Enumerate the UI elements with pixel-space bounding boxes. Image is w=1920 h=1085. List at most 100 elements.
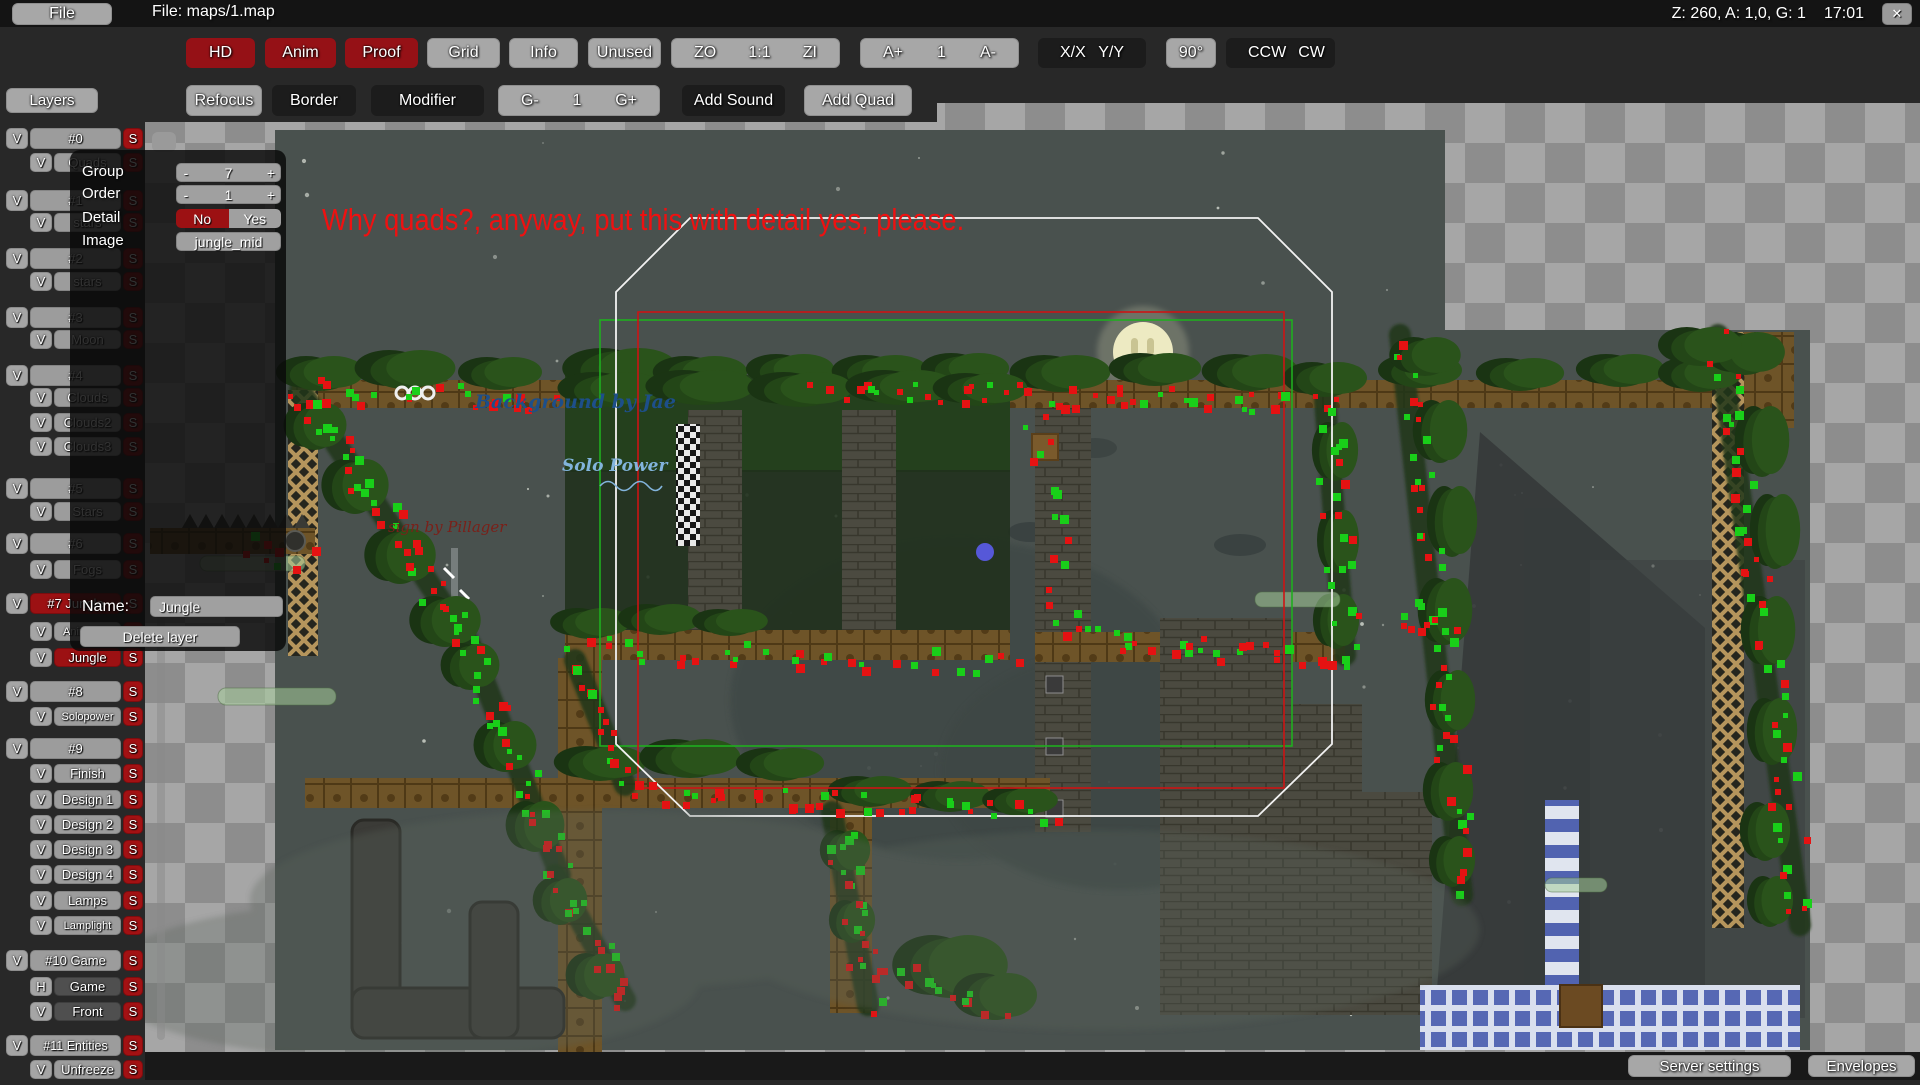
group-stepper[interactable]: -7+ (176, 163, 281, 182)
toolbar-button-90[interactable]: 90° (1166, 38, 1216, 68)
layer-name-button[interactable]: #0 (30, 128, 121, 149)
visibility-toggle[interactable]: V (6, 128, 28, 149)
layer-name-button[interactable]: #9 (30, 738, 121, 759)
save-flag-badge[interactable]: S (123, 916, 143, 935)
save-flag-badge[interactable]: S (123, 764, 143, 783)
visibility-toggle[interactable]: V (30, 648, 52, 667)
decrement-button[interactable]: - (177, 165, 195, 181)
visibility-toggle[interactable]: V (30, 437, 52, 456)
save-flag-badge[interactable]: S (123, 790, 143, 809)
save-flag-badge[interactable]: S (123, 950, 143, 971)
visibility-toggle[interactable]: V (30, 502, 52, 521)
delete-layer-button[interactable]: Delete layer (80, 626, 240, 647)
toggle-option-no[interactable]: No (176, 209, 229, 228)
increment-button[interactable]: + (262, 165, 280, 181)
layer-name-button[interactable]: Finish (54, 764, 121, 783)
visibility-toggle[interactable]: V (30, 213, 52, 232)
save-flag-badge[interactable]: S (123, 738, 143, 759)
toggle-option-yes[interactable]: Yes (229, 209, 282, 228)
order-stepper[interactable]: -1+ (176, 185, 281, 204)
visibility-toggle[interactable]: V (30, 865, 52, 884)
save-flag-badge[interactable]: S (123, 1035, 143, 1056)
increment-button[interactable]: + (262, 187, 280, 203)
layer-name-button[interactable]: Lamps (54, 891, 121, 910)
server-settings-button[interactable]: Server settings (1628, 1055, 1791, 1077)
toolbar-button-refocus[interactable]: Refocus (186, 85, 262, 116)
toolbar-button-border[interactable]: Border (272, 85, 356, 116)
layer-name-button[interactable]: #10 Game (30, 950, 121, 971)
visibility-toggle[interactable]: V (6, 365, 28, 386)
visibility-toggle[interactable]: V (6, 190, 28, 211)
layer-name-button[interactable]: Design 1 (54, 790, 121, 809)
visibility-toggle[interactable]: V (30, 388, 52, 407)
save-flag-badge[interactable]: S (123, 840, 143, 859)
layer-name-button[interactable]: Design 3 (54, 840, 121, 859)
toolbar-button-g--1-g+[interactable]: G-1G+ (498, 85, 660, 116)
toolbar-button-addquad[interactable]: Add Quad (804, 85, 912, 116)
toolbar-button-ccw-cw[interactable]: CCWCW (1226, 38, 1335, 68)
visibility-toggle[interactable]: V (6, 307, 28, 328)
layer-name-input[interactable]: Jungle (150, 596, 283, 617)
layer-name-button[interactable]: Lamplight (54, 916, 121, 935)
layer-name-button[interactable]: Game (54, 977, 121, 996)
toolbar-button-anim[interactable]: Anim (265, 38, 336, 68)
envelopes-button[interactable]: Envelopes (1808, 1055, 1915, 1077)
save-flag-badge[interactable]: S (123, 977, 143, 996)
visibility-toggle[interactable]: V (30, 1060, 52, 1079)
visibility-toggle[interactable]: V (6, 248, 28, 269)
scrollbar-nub[interactable] (152, 132, 176, 152)
layer-name-button[interactable]: #8 (30, 681, 121, 702)
save-flag-badge[interactable]: S (123, 681, 143, 702)
toolbar-button-proof[interactable]: Proof (345, 38, 418, 68)
toolbar-button-hd[interactable]: HD (186, 38, 255, 68)
close-button[interactable]: ✕ (1882, 3, 1912, 25)
visibility-toggle[interactable]: V (30, 815, 52, 834)
visibility-toggle[interactable]: V (30, 153, 52, 172)
toolbar-button-addsound[interactable]: Add Sound (682, 85, 785, 116)
toolbar-button-zo-11-zi[interactable]: ZO1:1ZI (671, 38, 840, 68)
visibility-toggle[interactable]: V (6, 1035, 28, 1056)
visibility-toggle[interactable]: V (6, 738, 28, 759)
visibility-toggle[interactable]: V (30, 413, 52, 432)
visibility-toggle[interactable]: V (30, 560, 52, 579)
visibility-toggle[interactable]: V (30, 891, 52, 910)
visibility-toggle[interactable]: V (6, 478, 28, 499)
toolbar-button-info[interactable]: Info (509, 38, 578, 68)
save-flag-badge[interactable]: S (123, 1002, 143, 1021)
layer-name-button[interactable]: Design 2 (54, 815, 121, 834)
toolbar-button-modifier[interactable]: Modifier (371, 85, 484, 116)
visibility-toggle[interactable]: H (30, 977, 52, 996)
visibility-toggle[interactable]: V (6, 681, 28, 702)
layer-name-button[interactable]: #11 Entities (30, 1035, 121, 1056)
toolbar-button-grid[interactable]: Grid (427, 38, 500, 68)
visibility-toggle[interactable]: V (30, 272, 52, 291)
visibility-toggle[interactable]: V (30, 790, 52, 809)
save-flag-badge[interactable]: S (123, 891, 143, 910)
layer-name-button[interactable]: Front (54, 1002, 121, 1021)
save-flag-badge[interactable]: S (123, 1060, 143, 1079)
save-flag-badge[interactable]: S (123, 707, 143, 726)
layer-name-button[interactable]: Solopower (54, 707, 121, 726)
image-select-button[interactable]: jungle_mid (176, 232, 281, 251)
visibility-toggle[interactable]: V (6, 533, 28, 554)
visibility-toggle[interactable]: V (30, 916, 52, 935)
save-flag-badge[interactable]: S (123, 815, 143, 834)
visibility-toggle[interactable]: V (6, 593, 28, 614)
layers-panel-header[interactable]: Layers (6, 88, 98, 113)
file-menu-button[interactable]: File (12, 3, 112, 25)
save-flag-badge[interactable]: S (123, 128, 143, 149)
layer-name-button[interactable]: Design 4 (54, 865, 121, 884)
map-canvas[interactable]: Why quads?, anyway, put this with detail… (145, 103, 1920, 1080)
visibility-toggle[interactable]: V (30, 1002, 52, 1021)
toolbar-button-unused[interactable]: Unused (588, 38, 661, 68)
visibility-toggle[interactable]: V (30, 764, 52, 783)
decrement-button[interactable]: - (177, 187, 195, 203)
toolbar-button-a+-1-a-[interactable]: A+1A- (860, 38, 1019, 68)
visibility-toggle[interactable]: V (6, 950, 28, 971)
toolbar-button-xx-yy[interactable]: X/XY/Y (1038, 38, 1146, 68)
layers-scrollbar[interactable] (157, 600, 165, 1040)
visibility-toggle[interactable]: V (30, 622, 52, 641)
layer-name-button[interactable]: Unfreeze (54, 1060, 121, 1079)
visibility-toggle[interactable]: V (30, 707, 52, 726)
visibility-toggle[interactable]: V (30, 330, 52, 349)
